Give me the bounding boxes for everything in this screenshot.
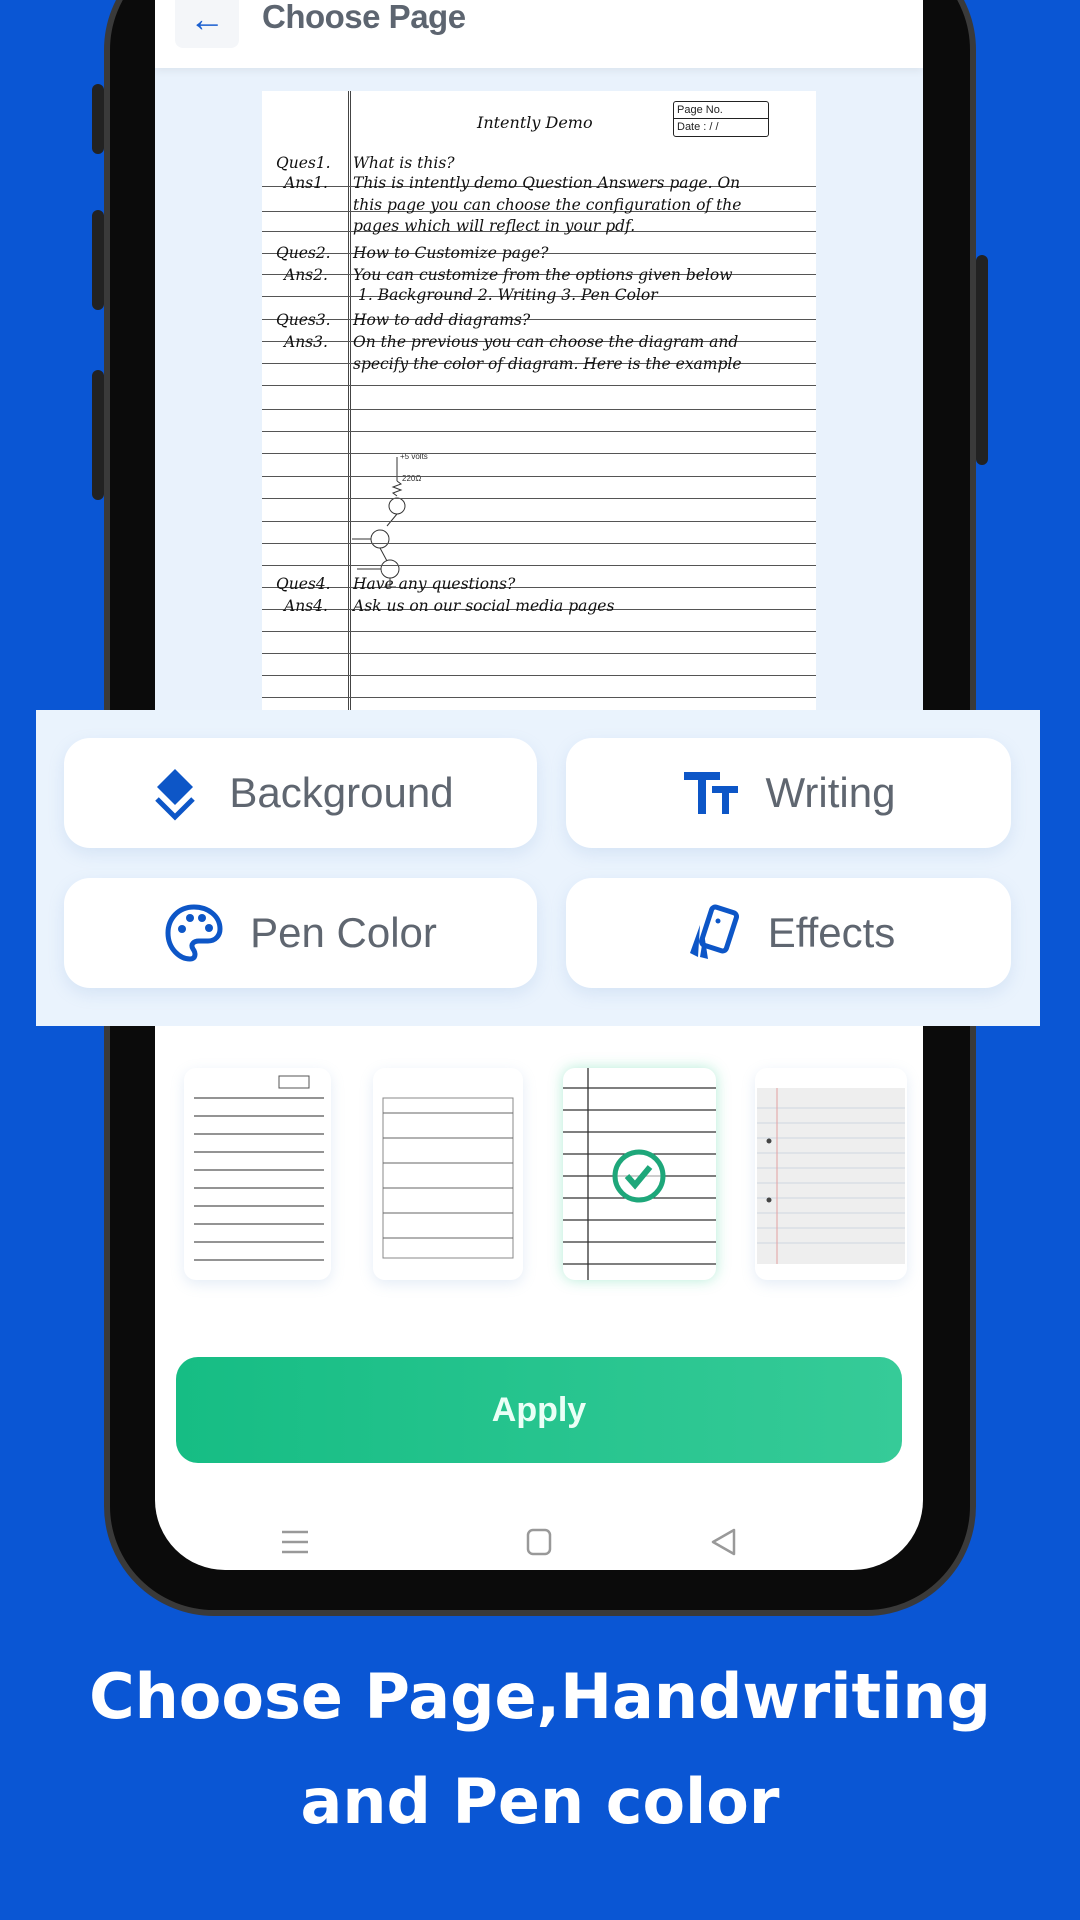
notebook-page-thumbnail (563, 1068, 716, 1280)
paper-line-text: This is intently demo Question Answers p… (353, 174, 741, 192)
paper-line-text: How to Customize page? (353, 244, 549, 262)
background-option-label: Background (229, 769, 454, 816)
paper-line-text: Ask us on our social media pages (353, 597, 615, 615)
cards-icon (689, 904, 739, 959)
paper-line-label: Ques3. (276, 311, 331, 329)
paper-rule-line (262, 631, 816, 632)
pen-color-option-button[interactable]: Pen Color (64, 878, 537, 988)
page-preview: Intently Demo Page No. Date : / / +5 vol… (262, 91, 816, 711)
paper-rule-line (262, 431, 816, 432)
paper-margin-line (348, 91, 351, 711)
page-thumbnail-4[interactable] (755, 1068, 907, 1280)
paper-rule-line (262, 565, 816, 566)
phone-side-button (92, 370, 104, 500)
paper-title: Intently Demo (477, 113, 593, 132)
caption-line-1: Choose Page,Handwriting (89, 1660, 991, 1733)
options-panel: Background Writing Pen Color Effects (36, 710, 1040, 1026)
lined-page-thumbnail (194, 1075, 324, 1261)
page-no-label: Page No. (674, 102, 768, 119)
phone-side-button (976, 255, 988, 465)
phone-side-button (92, 210, 104, 310)
page-preview-area: Intently Demo Page No. Date : / / +5 vol… (155, 68, 923, 711)
paper-rule-line (262, 697, 816, 698)
paper-line-text: 1. Background 2. Writing 3. Pen Color (358, 286, 658, 304)
paper-rule-line (262, 653, 816, 654)
paper-line-text: What is this? (353, 154, 455, 172)
paper-line-label: Ans1. (284, 174, 328, 192)
app-header: ← Choose Page (155, 0, 923, 68)
college-ruled-thumbnail (757, 1088, 905, 1264)
paper-line-text: How to add diagrams? (353, 311, 531, 329)
paper-line-label: Ans3. (284, 333, 328, 351)
paper-line-text: You can customize from the options given… (353, 266, 733, 284)
paper-line-label: Ques4. (276, 575, 331, 593)
apply-button[interactable]: Apply (176, 1357, 902, 1463)
nav-back-button[interactable] (703, 1525, 743, 1559)
paper-rule-line (262, 385, 816, 386)
paper-rule-line (262, 521, 816, 522)
nav-home-button[interactable] (519, 1525, 559, 1559)
paper-line-text: this page you can choose the configurati… (353, 196, 742, 214)
paper-line-label: Ques1. (276, 154, 331, 172)
writing-option-label: Writing (765, 769, 896, 816)
page-number-box: Page No. Date : / / (673, 101, 769, 137)
paper-rule-line (262, 476, 816, 477)
palette-icon (165, 904, 223, 962)
menu-lines-icon (282, 1530, 308, 1554)
paper-rule-line (262, 319, 816, 320)
background-option-button[interactable]: Background (64, 738, 537, 848)
nav-recents-button[interactable] (275, 1525, 315, 1559)
paper-rule-line (262, 498, 816, 499)
page-thumbnail-3-selected[interactable] (563, 1068, 716, 1280)
writing-option-button[interactable]: Writing (566, 738, 1011, 848)
text-size-icon (683, 772, 738, 814)
date-label: Date : / / (677, 121, 719, 133)
paper-line-text: specify the color of diagram. Here is th… (353, 355, 742, 373)
paper-rule-line (262, 543, 816, 544)
paper-rule-line (262, 453, 816, 454)
triangle-back-icon (711, 1528, 736, 1556)
paper-line-label: Ans2. (284, 266, 328, 284)
square-icon (526, 1528, 552, 1556)
paper-rule-line (262, 409, 816, 410)
arrow-left-icon: ← (189, 0, 225, 39)
paper-rule-line (262, 675, 816, 676)
paper-line-label: Ques2. (276, 244, 331, 262)
back-button[interactable]: ← (175, 0, 239, 48)
paper-line-text: On the previous you can choose the diagr… (353, 333, 739, 351)
phone-side-button (92, 84, 104, 154)
effects-option-label: Effects (767, 909, 896, 956)
page-thumbnail-1[interactable] (184, 1068, 331, 1280)
paper-rule-line (262, 587, 816, 588)
pen-color-option-label: Pen Color (250, 909, 437, 956)
page-thumbnail-2[interactable] (373, 1068, 523, 1280)
ruled-page-thumbnail (382, 1097, 514, 1259)
page-title: Choose Page (262, 0, 466, 35)
check-circle-icon (612, 1149, 666, 1203)
paper-line-label: Ans4. (284, 597, 328, 615)
paper-line-text: Have any questions? (353, 575, 516, 593)
layers-icon (155, 769, 196, 821)
effects-option-button[interactable]: Effects (566, 878, 1011, 988)
caption-line-2: and Pen color (300, 1765, 780, 1838)
paper-line-text: pages which will reflect in your pdf. (353, 217, 636, 235)
